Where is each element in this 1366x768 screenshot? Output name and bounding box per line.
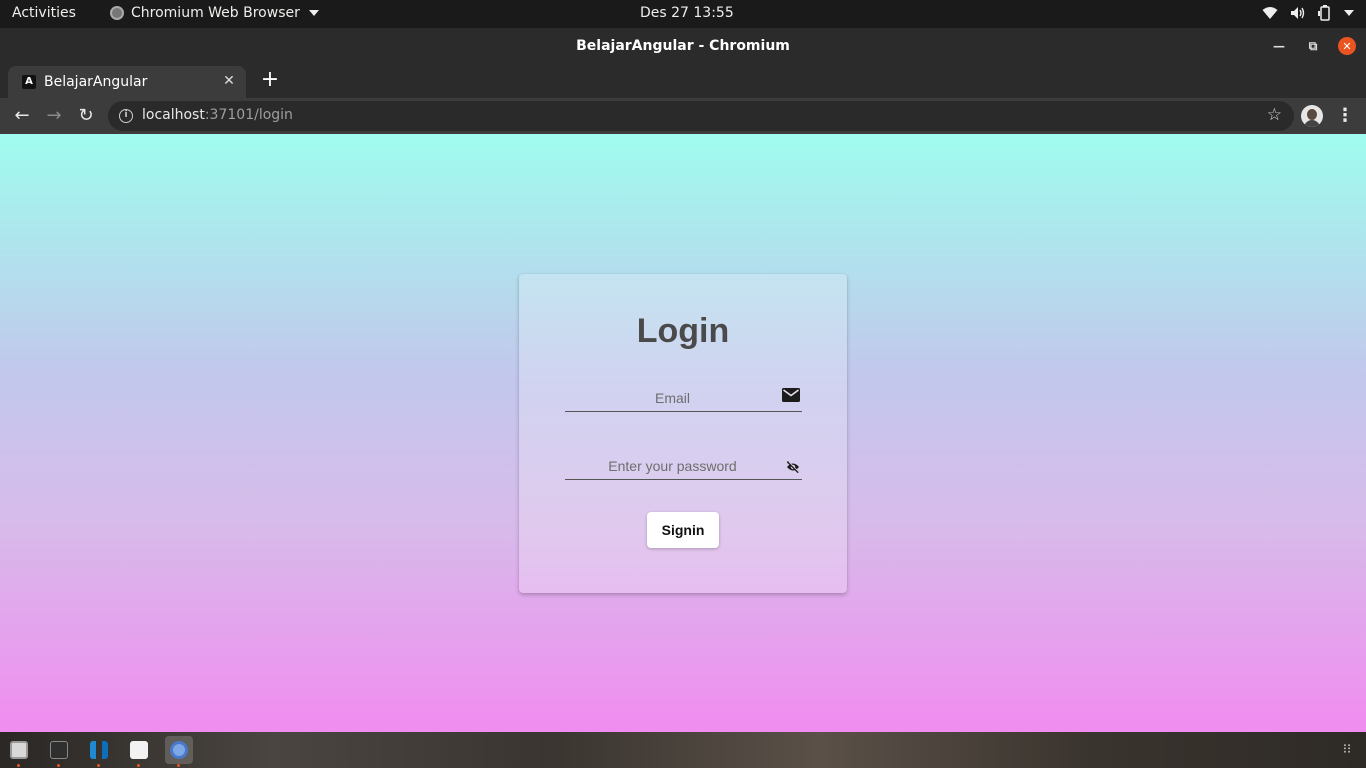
address-bar[interactable]: i localhost:37101/login ☆ xyxy=(108,101,1294,131)
url-path: :37101/login xyxy=(204,107,293,123)
show-apps-grid-icon[interactable]: ⁝⁝ xyxy=(1340,743,1354,757)
new-tab-button[interactable]: + xyxy=(258,68,282,92)
url-text[interactable]: localhost:37101/login xyxy=(142,107,293,123)
chromium-icon xyxy=(170,741,188,759)
system-tray[interactable] xyxy=(1262,5,1354,21)
minimize-icon[interactable]: — xyxy=(1270,37,1288,55)
chromium-icon xyxy=(110,6,124,20)
clock[interactable]: Des 27 13:55 xyxy=(640,5,734,21)
profile-avatar[interactable] xyxy=(1301,105,1323,127)
browser-toolbar: ← → ↻ i localhost:37101/login ☆ ⋮ xyxy=(0,98,1366,134)
wifi-icon xyxy=(1262,7,1278,19)
angular-favicon-icon: A xyxy=(22,75,36,89)
email-placeholder: Email xyxy=(654,390,690,406)
window-title-bar[interactable]: BelajarAngular - Chromium — ⧉ ✕ xyxy=(0,28,1366,64)
system-top-bar: Activities Chromium Web Browser Des 27 1… xyxy=(0,0,1366,28)
text-editor-icon xyxy=(130,741,148,759)
email-field[interactable]: Email xyxy=(565,382,802,412)
forward-arrow-icon[interactable]: → xyxy=(43,105,65,127)
password-placeholder: Enter your password xyxy=(608,458,737,474)
visibility-off-icon[interactable] xyxy=(786,461,800,473)
close-window-icon[interactable]: ✕ xyxy=(1338,37,1356,55)
chevron-down-icon xyxy=(308,10,319,16)
page-viewport: Login Email Enter your password Signin xyxy=(0,134,1366,732)
login-card: Login Email Enter your password Signin xyxy=(519,274,847,593)
terminal-icon xyxy=(50,741,68,759)
site-info-icon[interactable]: i xyxy=(119,109,133,123)
mail-icon xyxy=(782,388,800,402)
password-field[interactable]: Enter your password xyxy=(565,450,802,480)
login-heading: Login xyxy=(636,312,730,350)
maximize-icon[interactable]: ⧉ xyxy=(1304,37,1322,55)
dock-text-editor[interactable] xyxy=(125,736,153,767)
window-title: BelajarAngular - Chromium xyxy=(576,38,790,54)
tab-strip: A BelajarAngular ✕ + xyxy=(0,64,1366,98)
url-host: localhost xyxy=(142,107,205,123)
close-tab-icon[interactable]: ✕ xyxy=(220,72,238,90)
taskbar-dock: ⁝⁝ xyxy=(0,732,1366,768)
dock-files[interactable] xyxy=(5,736,33,767)
battery-icon xyxy=(1318,5,1330,21)
dock-terminal[interactable] xyxy=(45,736,73,767)
dock-vscode[interactable] xyxy=(85,736,113,767)
app-menu[interactable]: Chromium Web Browser xyxy=(110,5,319,21)
vscode-icon xyxy=(90,741,108,759)
dock-chromium[interactable] xyxy=(165,736,193,767)
bookmark-star-icon[interactable]: ☆ xyxy=(1267,105,1282,125)
activities-button[interactable]: Activities xyxy=(12,5,76,21)
kebab-menu-icon[interactable]: ⋮ xyxy=(1335,105,1355,127)
files-icon xyxy=(10,741,28,759)
reload-icon[interactable]: ↻ xyxy=(75,105,97,127)
volume-icon xyxy=(1291,7,1305,19)
app-menu-label: Chromium Web Browser xyxy=(131,5,300,21)
signin-button[interactable]: Signin xyxy=(647,512,719,548)
back-arrow-icon[interactable]: ← xyxy=(11,105,33,127)
tab-title: BelajarAngular xyxy=(44,74,148,90)
power-menu-icon xyxy=(1344,10,1354,16)
tab-belajarangular[interactable]: A BelajarAngular ✕ xyxy=(8,66,246,98)
